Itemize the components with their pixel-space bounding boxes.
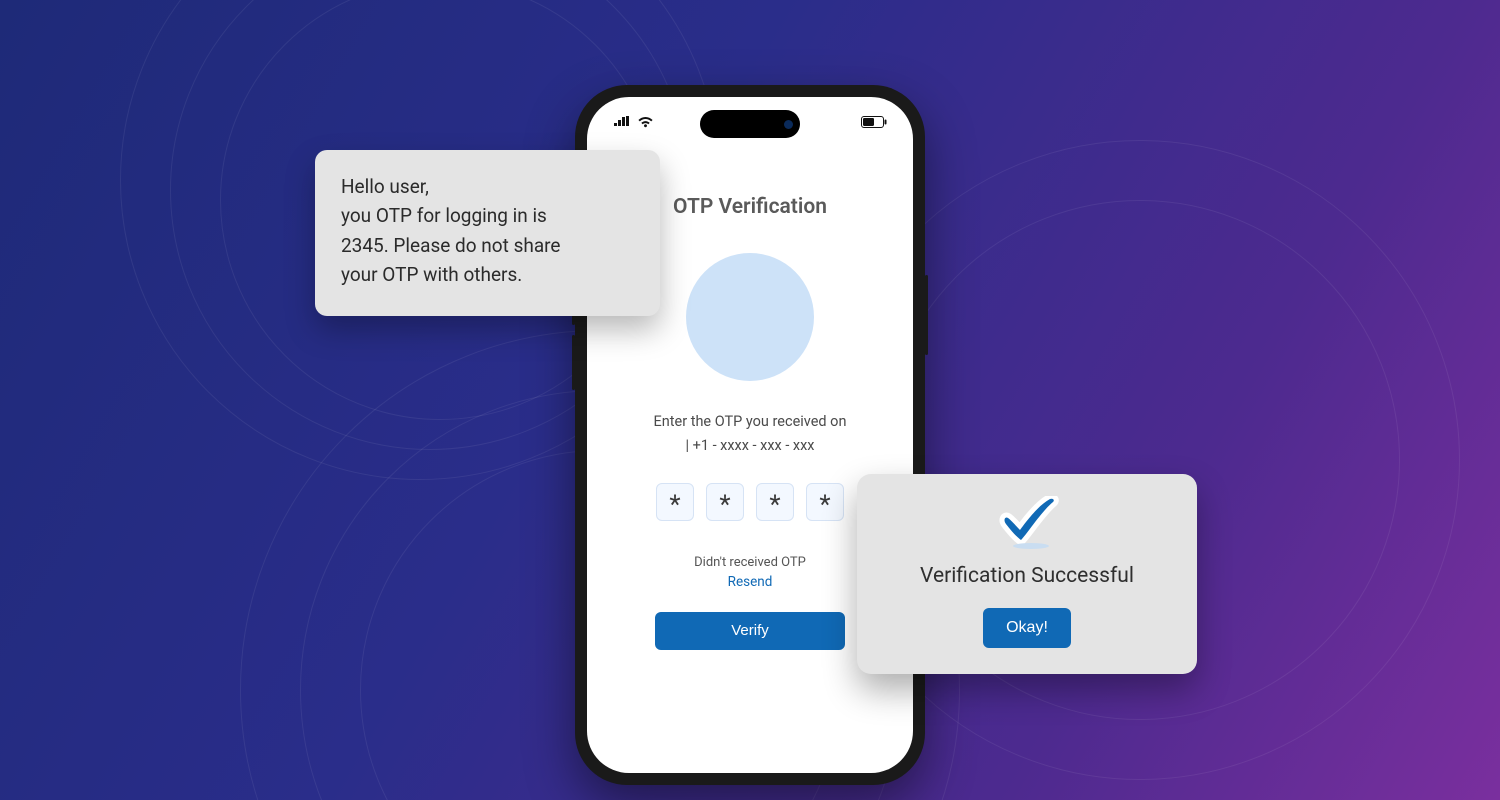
wifi-icon [637, 116, 654, 128]
verify-button[interactable]: Verify [655, 612, 845, 650]
otp-digit-2[interactable]: * [706, 483, 744, 521]
success-dialog: Verification Successful Okay! [857, 474, 1197, 674]
otp-input-row: * * * * [656, 483, 844, 521]
okay-button[interactable]: Okay! [983, 608, 1071, 648]
otp-digit-1[interactable]: * [656, 483, 694, 521]
otp-digit-4[interactable]: * [806, 483, 844, 521]
phone-side-button [925, 275, 928, 355]
otp-digit-3[interactable]: * [756, 483, 794, 521]
stage: OTP Verification Enter the OTP you recei… [0, 0, 1500, 800]
resend-section: Didn't received OTP Resend [694, 555, 806, 590]
otp-instruction: Enter the OTP you received on | +1 - xxx… [654, 411, 847, 457]
battery-icon [861, 116, 887, 128]
dynamic-island [700, 110, 800, 138]
sms-notification: Hello user, you OTP for logging in is 23… [315, 150, 660, 316]
camera-dot-icon [784, 120, 793, 129]
avatar-placeholder [686, 253, 814, 381]
screen-title: OTP Verification [673, 195, 827, 219]
masked-phone-number: | +1 - xxxx - xxx - xxx [654, 435, 847, 457]
phone-side-button [572, 335, 575, 390]
cellular-signal-icon [613, 116, 631, 128]
sms-line: Hello user, [341, 172, 634, 201]
didnt-receive-text: Didn't received OTP [694, 555, 806, 570]
sms-line: you OTP for logging in is [341, 201, 634, 230]
sms-line: your OTP with others. [341, 260, 634, 289]
resend-link[interactable]: Resend [694, 574, 806, 590]
checkmark-icon [991, 496, 1063, 550]
instruction-text: Enter the OTP you received on [654, 413, 847, 430]
success-title: Verification Successful [920, 564, 1134, 588]
sms-line: 2345. Please do not share [341, 231, 634, 260]
